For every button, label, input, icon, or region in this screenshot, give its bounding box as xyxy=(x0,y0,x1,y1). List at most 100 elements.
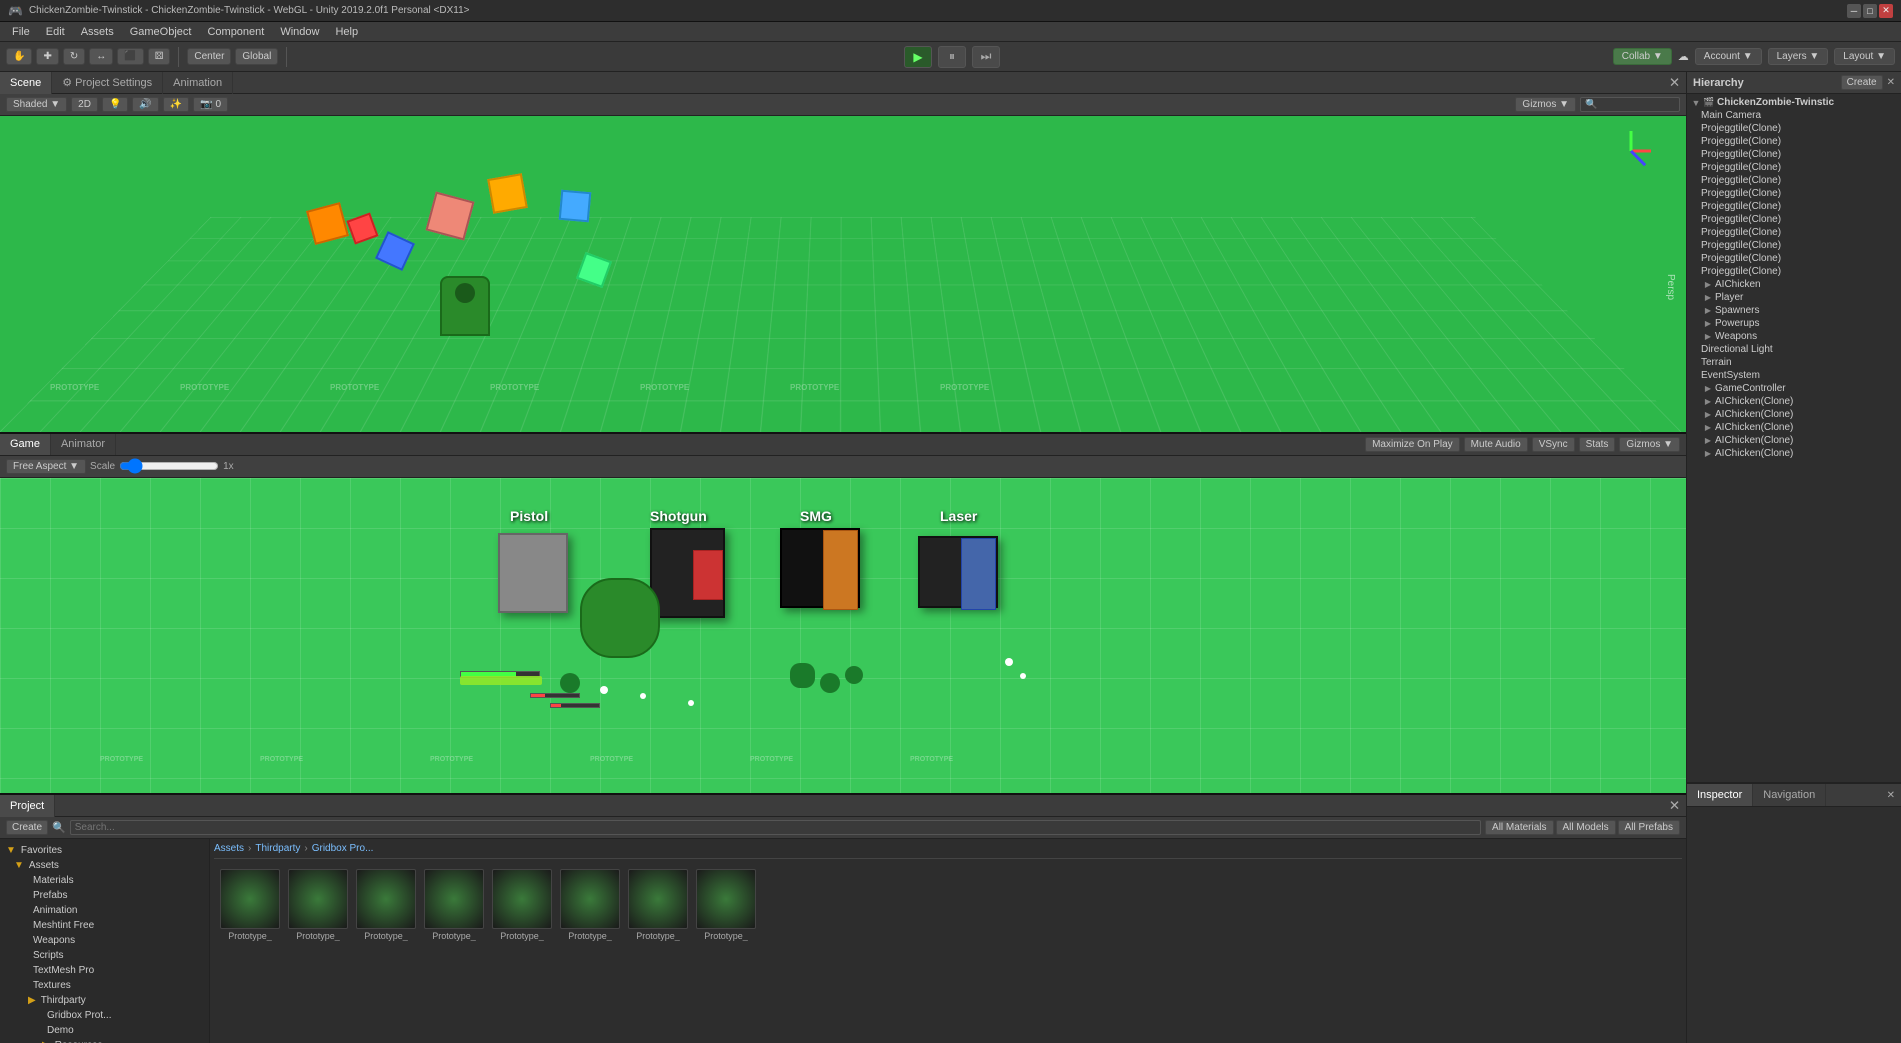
tab-animator[interactable]: Animator xyxy=(51,434,116,456)
hier-terrain[interactable]: Terrain xyxy=(1687,356,1901,369)
menu-window[interactable]: Window xyxy=(272,24,327,40)
hier-aichicken-clone-1[interactable]: ▶ AIChicken(Clone) xyxy=(1687,395,1901,408)
hier-aichicken[interactable]: ▶ AIChicken xyxy=(1687,278,1901,291)
folder-scripts[interactable]: Scripts xyxy=(0,948,209,963)
tab-animation[interactable]: Animation xyxy=(163,72,233,94)
folder-meshtint[interactable]: Meshtint Free xyxy=(0,918,209,933)
hierarchy-close[interactable]: ✕ xyxy=(1887,77,1895,88)
tab-game[interactable]: Game xyxy=(0,434,51,456)
folder-textures[interactable]: Textures xyxy=(0,978,209,993)
move-tool[interactable]: ✚ xyxy=(36,48,58,65)
scene-viewport[interactable]: Persp xyxy=(0,116,1686,432)
hier-proj-6[interactable]: Projeggtile(Clone) xyxy=(1687,187,1901,200)
stats[interactable]: Stats xyxy=(1579,437,1616,452)
hier-proj-5[interactable]: Projeggtile(Clone) xyxy=(1687,174,1901,187)
folder-resources[interactable]: ▶ Resources xyxy=(0,1038,209,1043)
project-search-input[interactable] xyxy=(70,820,1481,835)
game-viewport[interactable]: Pistol Shotgun SMG Laser xyxy=(0,478,1686,794)
hier-root-item[interactable]: ▼ 🎬 ChickenZombie-Twinstic xyxy=(1687,96,1901,109)
hier-dirlight[interactable]: Directional Light xyxy=(1687,343,1901,356)
asset-thumb-6[interactable]: Prototype_ xyxy=(558,869,622,941)
layers-button[interactable]: Layers ▼ xyxy=(1768,48,1829,65)
transform-tool[interactable]: ⚄ xyxy=(148,48,171,65)
hand-tool[interactable]: ✋ xyxy=(6,48,32,65)
hier-aichicken-clone-2[interactable]: ▶ AIChicken(Clone) xyxy=(1687,408,1901,421)
pause-button[interactable]: ⏸ xyxy=(938,46,966,68)
rect-tool[interactable]: ⬛ xyxy=(117,48,143,65)
hier-proj-2[interactable]: Projeggtile(Clone) xyxy=(1687,135,1901,148)
tab-scene[interactable]: Scene xyxy=(0,72,52,94)
hier-eventsystem[interactable]: EventSystem xyxy=(1687,369,1901,382)
pivot-toggle[interactable]: Center xyxy=(187,48,231,65)
game-gizmos[interactable]: Gizmos ▼ xyxy=(1619,437,1680,452)
play-button[interactable]: ▶ xyxy=(904,46,932,68)
scale-tool[interactable]: ↔ xyxy=(89,48,113,65)
gizmos-btn[interactable]: Gizmos ▼ xyxy=(1515,97,1576,112)
global-toggle[interactable]: Global xyxy=(235,48,278,65)
tab-navigation[interactable]: Navigation xyxy=(1753,784,1826,806)
maximize-on-play[interactable]: Maximize On Play xyxy=(1365,437,1460,452)
hier-main-camera[interactable]: Main Camera xyxy=(1687,109,1901,122)
tab-inspector[interactable]: Inspector xyxy=(1687,784,1753,806)
folder-weapons[interactable]: Weapons xyxy=(0,933,209,948)
hier-proj-10[interactable]: Projeggtile(Clone) xyxy=(1687,239,1901,252)
asset-thumb-2[interactable]: Prototype_ xyxy=(286,869,350,941)
asset-thumb-5[interactable]: Prototype_ xyxy=(490,869,554,941)
hier-player[interactable]: ▶ Player xyxy=(1687,291,1901,304)
tab-all-models[interactable]: All Models xyxy=(1556,820,1616,835)
minimize-button[interactable]: ─ xyxy=(1847,4,1861,18)
mute-audio[interactable]: Mute Audio xyxy=(1464,437,1528,452)
step-button[interactable]: ⏭ xyxy=(972,46,1000,68)
hier-proj-8[interactable]: Projeggtile(Clone) xyxy=(1687,213,1901,226)
menu-assets[interactable]: Assets xyxy=(73,24,122,40)
scene-panel-close[interactable]: ✕ xyxy=(1663,75,1686,91)
tab-all-prefabs[interactable]: All Prefabs xyxy=(1618,820,1680,835)
asset-thumb-7[interactable]: Prototype_ xyxy=(626,869,690,941)
asset-thumb-1[interactable]: Prototype_ xyxy=(218,869,282,941)
hier-proj-3[interactable]: Projeggtile(Clone) xyxy=(1687,148,1901,161)
menu-file[interactable]: File xyxy=(4,24,38,40)
tab-project-settings[interactable]: ⚙ Project Settings xyxy=(52,72,163,94)
close-button[interactable]: ✕ xyxy=(1879,4,1893,18)
hier-proj-12[interactable]: Projeggtile(Clone) xyxy=(1687,265,1901,278)
folder-assets[interactable]: ▼ Assets xyxy=(0,858,209,873)
hier-proj-7[interactable]: Projeggtile(Clone) xyxy=(1687,200,1901,213)
2d-btn[interactable]: 2D xyxy=(71,97,98,112)
camera-btn[interactable]: 📷 0 xyxy=(193,97,228,112)
hier-aichicken-clone-4[interactable]: ▶ AIChicken(Clone) xyxy=(1687,434,1901,447)
menu-help[interactable]: Help xyxy=(327,24,366,40)
folder-gridbox[interactable]: Gridbox Prot... xyxy=(0,1008,209,1023)
tab-project[interactable]: Project xyxy=(0,795,55,817)
folder-materials[interactable]: Materials xyxy=(0,873,209,888)
tab-all-materials[interactable]: All Materials xyxy=(1485,820,1553,835)
hier-proj-9[interactable]: Projeggtile(Clone) xyxy=(1687,226,1901,239)
hierarchy-create-btn[interactable]: Create xyxy=(1841,75,1883,90)
scale-slider[interactable] xyxy=(119,458,219,474)
folder-prefabs[interactable]: Prefabs xyxy=(0,888,209,903)
asset-thumb-4[interactable]: Prototype_ xyxy=(422,869,486,941)
inspector-close[interactable]: ✕ xyxy=(1881,790,1901,801)
shaded-btn[interactable]: Shaded ▼ xyxy=(6,97,67,112)
aspect-ratio[interactable]: Free Aspect ▼ xyxy=(6,459,86,474)
rotate-tool[interactable]: ↻ xyxy=(63,48,85,65)
menu-component[interactable]: Component xyxy=(199,24,272,40)
vsync[interactable]: VSync xyxy=(1532,437,1575,452)
hier-proj-11[interactable]: Projeggtile(Clone) xyxy=(1687,252,1901,265)
menu-edit[interactable]: Edit xyxy=(38,24,73,40)
folder-textmesh[interactable]: TextMesh Pro xyxy=(0,963,209,978)
layout-button[interactable]: Layout ▼ xyxy=(1834,48,1895,65)
hier-spawners[interactable]: ▶ Spawners xyxy=(1687,304,1901,317)
hier-proj-4[interactable]: Projeggtile(Clone) xyxy=(1687,161,1901,174)
effects-btn[interactable]: ✨ xyxy=(163,97,189,112)
hier-weapons[interactable]: ▶ Weapons xyxy=(1687,330,1901,343)
breadcrumb-gridbox[interactable]: Gridbox Pro... xyxy=(312,843,374,854)
account-button[interactable]: Account ▼ xyxy=(1695,48,1762,65)
hier-powerups[interactable]: ▶ Powerups xyxy=(1687,317,1901,330)
scene-search[interactable] xyxy=(1580,97,1680,112)
project-panel-close[interactable]: ✕ xyxy=(1663,798,1686,814)
folder-favorites[interactable]: ▼ Favorites xyxy=(0,843,209,858)
maximize-button[interactable]: □ xyxy=(1863,4,1877,18)
menu-gameobject[interactable]: GameObject xyxy=(122,24,200,40)
folder-animation[interactable]: Animation xyxy=(0,903,209,918)
project-create-btn[interactable]: Create xyxy=(6,820,48,835)
